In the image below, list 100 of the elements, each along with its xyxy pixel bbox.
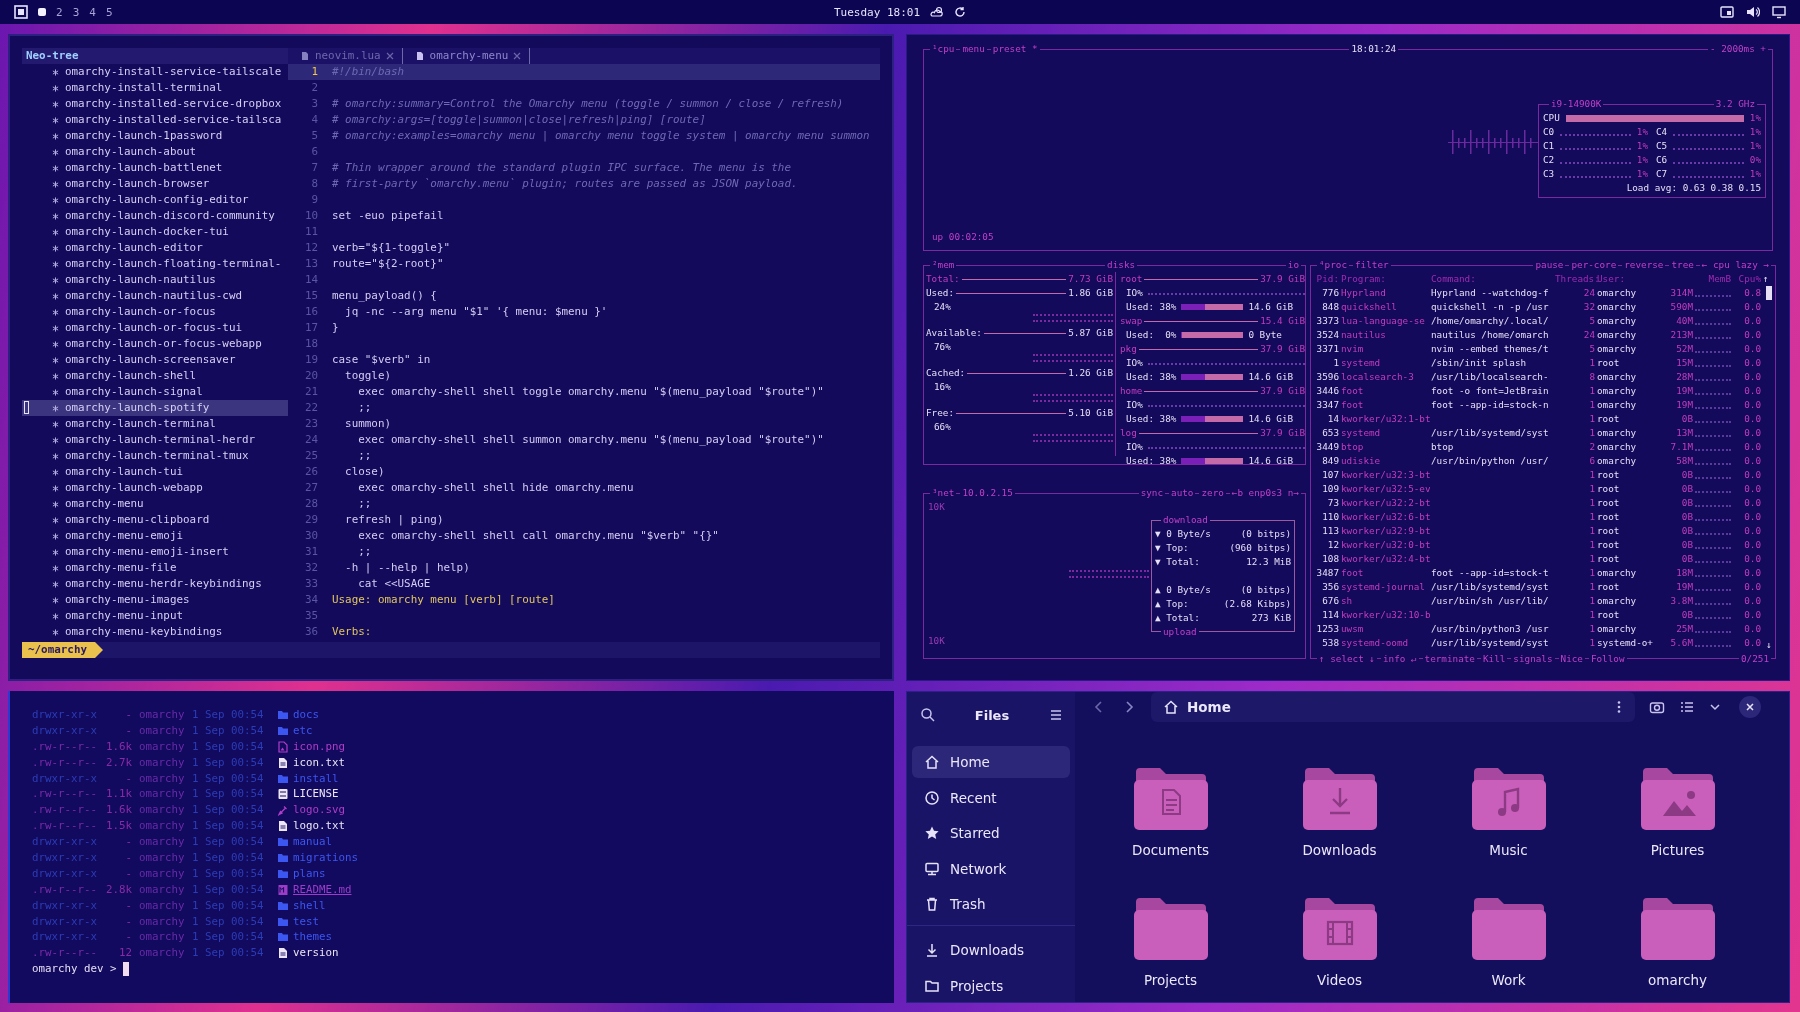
tree-item[interactable]: omarchy-menu-clipboard (22, 512, 288, 528)
memory-percent: 66% (933, 420, 952, 434)
tree-item[interactable]: omarchy-launch-config-editor (22, 192, 288, 208)
tree-item[interactable]: omarchy-menu-keybindings (22, 624, 288, 640)
menu-icon[interactable] (1048, 707, 1064, 723)
close-icon[interactable] (385, 52, 394, 60)
cloud-sun-icon[interactable] (930, 5, 945, 19)
folder-item[interactable]: Pictures (1593, 766, 1762, 896)
code-line: menu_payload() { (332, 288, 437, 304)
sidebar-item[interactable]: Projects (912, 969, 1070, 1002)
workspace-button[interactable]: 4 (89, 5, 96, 19)
workspace-button[interactable]: 2 (56, 5, 63, 19)
tree-item[interactable]: omarchy-launch-or-focus-tui (22, 320, 288, 336)
search-icon[interactable] (920, 707, 936, 723)
folder-item[interactable]: Downloads (1255, 766, 1424, 896)
file-owner: omarchy (139, 913, 185, 930)
tree-item[interactable]: omarchy-launch-about (22, 144, 288, 160)
tree-item[interactable]: omarchy-launch-terminal (22, 416, 288, 432)
list-view-icon[interactable] (1679, 699, 1695, 715)
toggle-button[interactable]: preset * (990, 42, 1040, 56)
workspace-button[interactable]: 5 (105, 5, 113, 19)
scroll-down-arrow[interactable]: ↓ (1766, 638, 1772, 652)
sidebar-item[interactable]: Network (912, 852, 1070, 885)
tree-item[interactable]: omarchy-install-terminal (22, 80, 288, 96)
tree-item[interactable]: omarchy-launch-discord-community (22, 208, 288, 224)
camera-icon[interactable] (1649, 699, 1665, 715)
sidebar-item[interactable]: Recent (912, 781, 1070, 814)
tree-item[interactable]: omarchy-menu-images (22, 592, 288, 608)
path-segment[interactable]: Home (1187, 699, 1231, 715)
sidebar-item[interactable]: Home (912, 746, 1070, 778)
tree-item[interactable]: omarchy-launch-screensaver (22, 352, 288, 368)
volume-icon[interactable] (1746, 5, 1760, 19)
code-line: ;; (357, 448, 372, 464)
sidebar-item[interactable]: Trash (912, 888, 1070, 920)
scrollbar-thumb[interactable] (1766, 286, 1772, 300)
tree-item[interactable]: omarchy-menu (22, 496, 288, 512)
close-icon[interactable] (513, 52, 522, 60)
code-line: # omarchy:examples=omarchy menu | omarchy menu toggle system | omarchy menu summon (332, 128, 870, 144)
toggle-button[interactable]: ←b enp0s3 n→ (1229, 486, 1301, 500)
asterisk-icon (52, 420, 59, 428)
cursor-block (24, 401, 29, 414)
monitor-icon[interactable] (1772, 5, 1786, 19)
code-line: summon) (344, 416, 391, 432)
folder-item[interactable]: omarchy (1593, 896, 1762, 1002)
process-pid: 3347 (1315, 398, 1339, 412)
screen-icon[interactable] (1720, 5, 1734, 19)
tree-item[interactable]: omarchy-launch-terminal-herdr (22, 432, 288, 448)
download-folder-icon (1300, 766, 1379, 832)
tree-item[interactable]: omarchy-launch-webapp (22, 480, 288, 496)
folder-item[interactable]: Work (1424, 896, 1593, 1002)
close-button[interactable] (1739, 696, 1761, 718)
tree-item[interactable]: omarchy-menu-herdr-keybindings (22, 576, 288, 592)
tree-item[interactable]: omarchy-launch-terminal-tmux (22, 448, 288, 464)
tree-item[interactable]: omarchy-launch-battlenet (22, 160, 288, 176)
shortcut-button[interactable]: signals (1511, 652, 1555, 666)
tree-item[interactable]: omarchy-launch-browser (22, 176, 288, 192)
scroll-up-arrow[interactable]: ↑ (1763, 272, 1773, 286)
folder-item[interactable]: Music (1424, 766, 1593, 896)
process-name: btop (1341, 440, 1365, 454)
tree-item[interactable]: omarchy-launch-signal (22, 384, 288, 400)
thread-count: 1 (1588, 426, 1595, 440)
panel-title: Neo-tree (22, 48, 288, 64)
tree-item[interactable]: omarchy-launch-editor (22, 240, 288, 256)
process-user: omarchy (1597, 594, 1638, 608)
disk-name: home (1120, 384, 1143, 398)
folder-item[interactable]: Documents (1086, 766, 1255, 896)
tree-item[interactable]: omarchy-menu-emoji-insert (22, 544, 288, 560)
tree-item[interactable]: omarchy-installed-service-dropbox (22, 96, 288, 112)
workspace-indicator[interactable] (38, 8, 46, 16)
tree-item[interactable]: omarchy-launch-shell (22, 368, 288, 384)
tree-item[interactable]: omarchy-launch-or-focus-webapp (22, 336, 288, 352)
line-number: 22 (303, 400, 319, 416)
tree-item[interactable]: omarchy-launch-tui (22, 464, 288, 480)
refresh-icon[interactable] (954, 6, 967, 18)
file-owner: omarchy (139, 897, 185, 914)
folder-item[interactable]: Projects (1086, 896, 1255, 1002)
tree-item[interactable]: omarchy-menu-emoji (22, 528, 288, 544)
tree-item[interactable]: omarchy-launch-1password (22, 128, 288, 144)
folder-item[interactable]: Videos (1255, 896, 1424, 1002)
tree-item[interactable]: omarchy-launch-spotify (22, 400, 288, 416)
file-date: 1 Sep 00:54 (192, 834, 265, 851)
asterisk-icon (52, 100, 59, 108)
tree-item[interactable]: omarchy-menu-input (22, 608, 288, 624)
tree-item[interactable]: omarchy-launch-or-focus (22, 304, 288, 320)
launcher-icon[interactable] (14, 5, 28, 19)
process-name: foot (1341, 398, 1365, 412)
clock[interactable]: Tuesday 18:01 (833, 5, 921, 19)
file-permissions: .rw-r--r-- (32, 802, 98, 819)
chevron-down-icon[interactable] (1709, 701, 1721, 713)
toggle-button[interactable]: ← cpu lazy → (1699, 258, 1771, 272)
tree-item[interactable]: omarchy-launch-nautilus-cwd (22, 288, 288, 304)
sidebar-item[interactable]: Starred (912, 817, 1070, 849)
tree-item[interactable]: omarchy-launch-docker-tui (22, 224, 288, 240)
sidebar-item[interactable]: Downloads (912, 934, 1070, 966)
tree-item[interactable]: omarchy-menu-file (22, 560, 288, 576)
tree-item[interactable]: omarchy-launch-floating-terminal- (22, 256, 288, 272)
tree-item[interactable]: omarchy-installed-service-tailsca (22, 112, 288, 128)
workspace-button[interactable]: 3 (72, 5, 80, 19)
tree-item[interactable]: omarchy-install-service-tailscale (22, 64, 288, 80)
tree-item[interactable]: omarchy-launch-nautilus (22, 272, 288, 288)
